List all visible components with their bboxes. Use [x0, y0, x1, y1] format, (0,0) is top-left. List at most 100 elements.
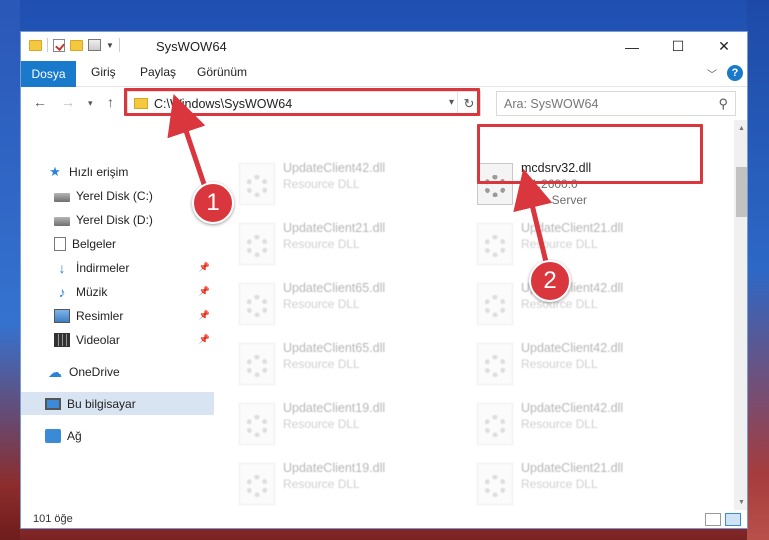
pin-icon[interactable]: 📌	[199, 262, 210, 273]
file-name: UpdateClient42.dll	[521, 341, 624, 355]
forward-arrow-icon[interactable]: →	[61, 94, 75, 110]
tab-home[interactable]: Giriş	[91, 65, 116, 79]
disk-icon	[54, 192, 70, 202]
vertical-scrollbar[interactable]: ▲ ▼	[734, 120, 747, 510]
close-button[interactable]: ✕	[701, 32, 747, 61]
sidebar-item-this-pc[interactable]: Bu bilgisayar	[21, 392, 214, 415]
disk-icon	[54, 216, 70, 226]
file-name: UpdateClient42.dll	[283, 161, 386, 175]
file-item[interactable]: UpdateClient21.dll Resource DLL	[467, 215, 687, 271]
sidebar-item-videos[interactable]: Videolar 📌	[21, 328, 214, 351]
file-item[interactable]: UpdateClient21.dll Resource DLL	[229, 215, 449, 271]
gear-icon	[484, 355, 506, 377]
up-arrow-icon[interactable]: ↑	[107, 94, 114, 110]
sidebar-item-quick-access[interactable]: ★ Hızlı erişim	[21, 160, 214, 183]
ribbon-right-controls: ﹀ ?	[707, 65, 743, 81]
tiles-view-icon[interactable]	[725, 513, 741, 526]
folder-icon[interactable]	[29, 39, 42, 51]
tab-share[interactable]: Paylaş	[140, 65, 176, 79]
address-bar-highlight	[124, 88, 480, 116]
dll-file-icon	[477, 463, 513, 505]
pin-icon[interactable]: 📌	[199, 286, 210, 297]
status-bar: 101 öğe	[21, 510, 747, 528]
file-description: Resource DLL	[283, 297, 360, 311]
scrollbar-thumb[interactable]	[736, 167, 747, 217]
pin-icon[interactable]: 📌	[199, 334, 210, 345]
sidebar-item-onedrive[interactable]: ☁ OneDrive	[21, 360, 214, 383]
sidebar-item-label: Müzik	[76, 284, 108, 299]
scroll-down-icon[interactable]: ▼	[734, 494, 747, 510]
search-icon[interactable]: ⚲	[718, 96, 728, 112]
search-placeholder: Ara: SysWOW64	[504, 97, 599, 111]
sidebar-item-local-disk-c[interactable]: Yerel Disk (C:) 📌	[21, 184, 214, 207]
file-description: Resource DLL	[283, 237, 360, 251]
file-name: UpdateClient19.dll	[283, 401, 386, 415]
file-item[interactable]: UpdateClient19.dll Resource DLL	[229, 395, 449, 451]
sidebar-item-music[interactable]: ♪ Müzik 📌	[21, 280, 214, 303]
file-item[interactable]: UpdateClient21.dll Resource DLL	[467, 455, 687, 511]
sidebar-item-network[interactable]: Ağ	[21, 424, 214, 447]
sidebar-item-label: İndirmeler	[76, 260, 130, 275]
pictures-icon	[54, 308, 70, 323]
file-name: UpdateClient65.dll	[283, 281, 386, 295]
gear-icon	[484, 235, 506, 257]
details-view-icon[interactable]	[705, 513, 721, 526]
recent-locations-chevron-icon[interactable]: ▾	[88, 98, 93, 109]
tab-view[interactable]: Görünüm	[197, 65, 247, 79]
star-icon: ★	[49, 163, 61, 179]
file-description: Resource DLL	[283, 477, 360, 491]
minimize-button[interactable]: —	[609, 32, 655, 61]
file-name: UpdateClient21.dll	[521, 461, 624, 475]
dll-file-icon	[239, 403, 275, 445]
file-name: UpdateClient19.dll	[283, 461, 386, 475]
file-item[interactable]: UpdateClient42.dll Resource DLL	[467, 335, 687, 391]
sidebar-item-label: Bu bilgisayar	[67, 396, 136, 411]
document-icon	[54, 236, 66, 251]
gear-icon	[484, 415, 506, 437]
tab-file[interactable]: Dosya	[21, 61, 76, 87]
file-item[interactable]: UpdateClient42.dll Resource DLL	[229, 155, 449, 211]
dll-file-icon	[239, 223, 275, 265]
file-name: UpdateClient42.dll	[521, 401, 624, 415]
gear-icon	[484, 295, 506, 317]
scroll-up-icon[interactable]: ▲	[734, 120, 747, 136]
pin-icon[interactable]: 📌	[199, 310, 210, 321]
dll-file-icon	[477, 343, 513, 385]
file-description: Resource DLL	[521, 417, 598, 431]
dll-file-icon	[477, 283, 513, 325]
gear-icon	[484, 475, 506, 497]
search-box[interactable]: Ara: SysWOW64 ⚲	[496, 91, 736, 116]
file-name: UpdateClient21.dll	[283, 221, 386, 235]
window-title: SysWOW64	[156, 39, 227, 54]
sidebar-item-label: Yerel Disk (C:)	[76, 188, 153, 203]
file-item[interactable]: UpdateClient42.dll Resource DLL	[467, 395, 687, 451]
sidebar-item-documents[interactable]: Belgeler	[21, 232, 214, 255]
dll-file-icon	[477, 403, 513, 445]
sidebar-item-label: Ağ	[67, 428, 82, 443]
dll-file-icon	[239, 343, 275, 385]
file-description: Resource DLL	[521, 357, 598, 371]
chevron-down-icon[interactable]: ▼	[106, 41, 114, 50]
file-item[interactable]: UpdateClient65.dll Resource DLL	[229, 275, 449, 331]
file-item[interactable]: UpdateClient65.dll Resource DLL	[229, 335, 449, 391]
new-folder-icon[interactable]	[70, 39, 83, 51]
help-icon[interactable]: ?	[727, 65, 743, 81]
cloud-icon: ☁	[48, 363, 62, 380]
item-count: 101 öğe	[33, 513, 73, 525]
file-item[interactable]: UpdateClient42.dll Resource DLL	[467, 275, 687, 331]
back-arrow-icon[interactable]: ←	[33, 94, 47, 110]
maximize-button[interactable]: ☐	[655, 32, 701, 61]
sidebar-item-pictures[interactable]: Resimler 📌	[21, 304, 214, 327]
gear-icon	[246, 295, 268, 317]
sidebar-item-downloads[interactable]: ↓ İndirmeler 📌	[21, 256, 214, 279]
file-name: UpdateClient21.dll	[521, 221, 624, 235]
expand-ribbon-chevron-icon[interactable]: ﹀	[707, 66, 717, 81]
title-bar: ▼ SysWOW64 — ☐ ✕	[21, 32, 747, 61]
sidebar-item-local-disk-d[interactable]: Yerel Disk (D:)	[21, 208, 214, 231]
view-toggle	[705, 513, 741, 526]
gear-icon	[246, 235, 268, 257]
properties-check-icon[interactable]	[53, 38, 65, 52]
file-item[interactable]: UpdateClient19.dll Resource DLL	[229, 455, 449, 511]
sidebar-item-label: Yerel Disk (D:)	[76, 212, 153, 227]
view-options-icon[interactable]	[88, 39, 101, 51]
